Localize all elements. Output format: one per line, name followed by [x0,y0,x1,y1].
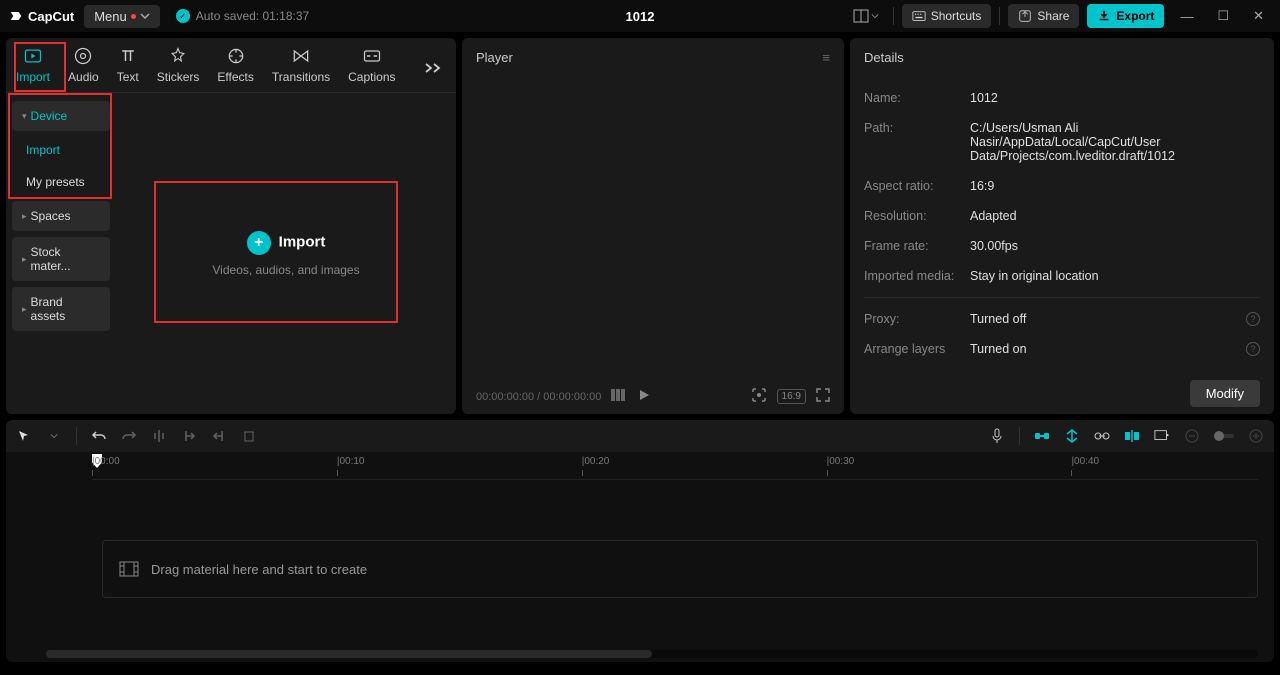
cursor-tool[interactable] [16,428,32,444]
split-tool[interactable] [151,428,167,444]
menu-button[interactable]: Menu [84,5,160,28]
timeline-dropzone[interactable]: Drag material here and start to create [102,540,1258,598]
details-title: Details [864,50,904,65]
tabs-more-icon[interactable] [420,57,446,82]
quality-icon[interactable] [611,389,627,404]
link-icon[interactable] [1094,428,1110,444]
info-icon[interactable]: ? [1246,342,1260,356]
tab-effects[interactable]: Effects [217,46,253,92]
detail-path: C:/Users/Usman Ali Nasir/AppData/Local/C… [970,121,1260,163]
export-button[interactable]: Export [1087,4,1164,28]
detail-imported: Stay in original location [970,269,1260,283]
player-title: Player [476,50,513,65]
shortcuts-button[interactable]: Shortcuts [902,4,992,28]
layout-icon[interactable] [847,4,885,28]
zoom-in-icon[interactable] [1248,428,1264,444]
snap-icon[interactable] [1064,428,1080,444]
mic-icon[interactable] [989,428,1005,444]
plus-icon: + [247,231,271,255]
tab-audio[interactable]: Audio [68,46,99,92]
undo-button[interactable] [91,428,107,444]
tab-transitions[interactable]: Transitions [272,46,330,92]
cursor-dropdown-icon[interactable] [46,428,62,444]
tab-text[interactable]: Text [117,46,139,92]
cover-icon[interactable] [1154,428,1170,444]
play-button[interactable] [637,388,651,405]
timeline-scrollbar[interactable] [46,650,1258,658]
scan-icon[interactable] [751,387,767,406]
redo-button[interactable] [121,428,137,444]
info-icon[interactable]: ? [1246,312,1260,326]
minimize-button[interactable]: — [1172,5,1201,28]
fullscreen-icon[interactable] [816,388,830,405]
tab-stickers[interactable]: Stickers [157,46,200,92]
delete-tool[interactable] [241,428,257,444]
timeline-ruler[interactable]: |00:00 |00:10 |00:20 |00:30 |00:40 [92,456,1258,480]
maximize-button[interactable]: ☐ [1209,4,1237,28]
detail-resolution: Adapted [970,209,1260,223]
check-icon: ✓ [176,9,190,23]
detail-fps: 30.00fps [970,239,1260,253]
zoom-slider[interactable] [1214,434,1234,438]
preview-icon[interactable] [1124,428,1140,444]
player-timecode: 00:00:00:00 / 00:00:00:00 [476,391,601,403]
detail-proxy: Turned off? [970,312,1260,326]
film-icon [119,561,139,577]
detail-name: 1012 [970,91,1260,105]
tab-import[interactable]: Import [16,46,50,92]
player-menu-icon[interactable]: ≡ [822,50,830,65]
sidebar-item-presets[interactable]: My presets [12,169,110,195]
sidebar-item-stock[interactable]: ▸Stock mater... [12,237,110,281]
player-viewport[interactable] [462,77,844,379]
zoom-out-icon[interactable] [1184,428,1200,444]
sidebar-item-device[interactable]: ▾Device [12,101,110,131]
ratio-badge[interactable]: 16:9 [777,389,806,404]
detail-aspect: 16:9 [970,179,1260,193]
trim-right-tool[interactable] [211,428,227,444]
sidebar-item-spaces[interactable]: ▸Spaces [12,201,110,231]
magnet-icon[interactable] [1034,428,1050,444]
project-title: 1012 [626,9,655,24]
sidebar-item-import[interactable]: Import [12,137,110,163]
close-button[interactable]: ✕ [1245,4,1272,28]
share-button[interactable]: Share [1008,4,1079,28]
autosave-status: ✓ Auto saved: 01:18:37 [176,9,309,23]
detail-layers: Turned on? [970,342,1260,356]
sidebar-item-brand[interactable]: ▸Brand assets [12,287,110,331]
import-dropzone[interactable]: +Import Videos, audios, and images [212,231,359,277]
tab-captions[interactable]: Captions [348,46,395,92]
trim-left-tool[interactable] [181,428,197,444]
modify-button[interactable]: Modify [1190,380,1260,407]
import-hint: Videos, audios, and images [212,263,359,277]
app-logo: CapCut [8,8,74,24]
